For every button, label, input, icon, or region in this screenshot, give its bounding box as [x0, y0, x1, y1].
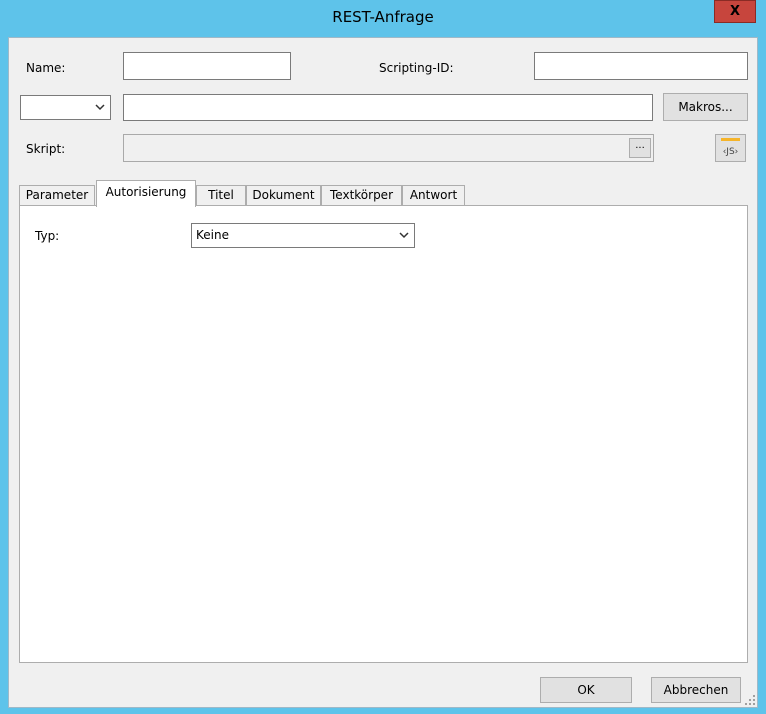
tab-titel[interactable]: Titel: [196, 185, 246, 206]
cancel-button[interactable]: Abbrechen: [651, 677, 741, 703]
scripting-id-label: Scripting-ID:: [379, 61, 454, 75]
dialog-window: REST-Anfrage X Name: Scripting-ID: Makro…: [0, 0, 766, 714]
script-browse-button[interactable]: ...: [629, 138, 651, 158]
chevron-down-icon: [399, 232, 409, 239]
url-input[interactable]: [123, 94, 653, 121]
dialog-client-area: Name: Scripting-ID: Makros... Skript: ..…: [8, 37, 758, 708]
script-label: Skript:: [26, 142, 66, 156]
auth-type-value: Keine: [196, 228, 229, 242]
tab-textkoerper[interactable]: Textkörper: [321, 185, 402, 206]
scripting-id-input[interactable]: [534, 52, 748, 80]
ok-button[interactable]: OK: [540, 677, 632, 703]
close-button[interactable]: X: [714, 0, 756, 23]
http-method-select[interactable]: [20, 95, 111, 120]
tab-antwort[interactable]: Antwort: [402, 185, 465, 206]
tab-dokument[interactable]: Dokument: [246, 185, 321, 206]
tab-parameter[interactable]: Parameter: [19, 185, 95, 206]
auth-type-label: Typ:: [35, 229, 60, 243]
auth-type-select[interactable]: Keine: [191, 223, 415, 248]
js-script-button[interactable]: ‹JS›: [715, 134, 746, 162]
resize-grip-icon[interactable]: [745, 695, 755, 705]
js-script-icon: ‹JS›: [721, 138, 740, 157]
tab-autorisierung[interactable]: Autorisierung: [96, 180, 196, 207]
window-title: REST-Anfrage: [332, 8, 434, 26]
svg-text:‹JS›: ‹JS›: [723, 147, 739, 157]
title-bar[interactable]: REST-Anfrage X: [0, 0, 766, 37]
name-label: Name:: [26, 61, 66, 75]
chevron-down-icon: [95, 104, 105, 111]
authorization-panel: Typ: Keine: [19, 205, 748, 663]
script-input: ...: [123, 134, 654, 162]
name-input[interactable]: [123, 52, 291, 80]
makros-button[interactable]: Makros...: [663, 93, 748, 121]
